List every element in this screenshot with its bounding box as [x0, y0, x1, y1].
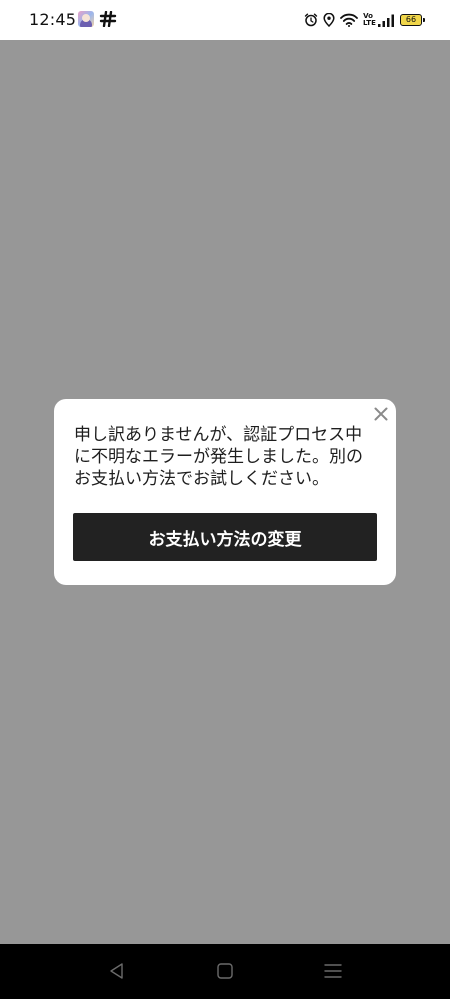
- alarm-icon: [304, 13, 318, 27]
- status-bar: 12:45 Vo LTE 66: [0, 0, 450, 40]
- status-icons: Vo LTE 66: [304, 10, 425, 30]
- navigation-bar: [0, 944, 450, 999]
- back-icon[interactable]: [107, 961, 127, 981]
- error-dialog: 申し訳ありませんが、認証プロセス中に不明なエラーが発生しました。別のお支払い方法…: [54, 399, 396, 585]
- app-avatar-icon: [78, 11, 94, 27]
- location-icon: [323, 13, 335, 27]
- menu-icon[interactable]: [323, 961, 343, 981]
- error-message: 申し訳ありませんが、認証プロセス中に不明なエラーが発生しました。別のお支払い方法…: [74, 425, 363, 489]
- close-icon[interactable]: [372, 405, 390, 423]
- status-time: 12:45: [29, 10, 77, 29]
- volte-icon: Vo LTE: [363, 13, 376, 27]
- volte-label-bottom: LTE: [363, 19, 376, 27]
- battery-icon: 66: [400, 14, 425, 26]
- change-payment-method-button[interactable]: お支払い方法の変更: [73, 513, 377, 561]
- home-icon[interactable]: [215, 961, 235, 981]
- wifi-icon: [340, 13, 358, 27]
- notification-glyph-icon: [99, 11, 117, 27]
- signal-icon: [378, 14, 394, 27]
